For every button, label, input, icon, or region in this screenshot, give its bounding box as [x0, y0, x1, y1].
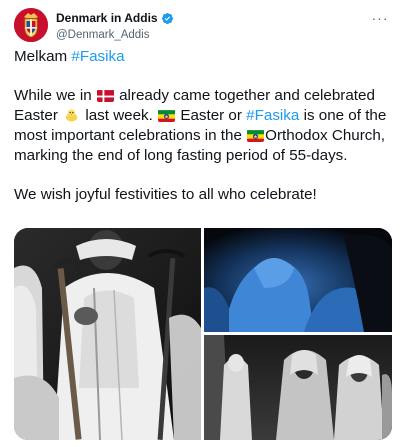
- author-display-name[interactable]: Denmark in Addis: [56, 11, 174, 25]
- flag-ethiopia-icon: [158, 109, 176, 122]
- more-options-icon[interactable]: ···: [369, 8, 391, 28]
- hashtag-link[interactable]: #Fasika: [246, 107, 299, 124]
- women-in-white-shawls-photo[interactable]: [204, 335, 392, 440]
- tweet-paragraph-3: We wish joyful festivities to all who ce…: [14, 186, 317, 203]
- worshippers-in-blue-light-photo[interactable]: [204, 228, 392, 332]
- flag-ethiopia-icon: [247, 129, 265, 142]
- text-segment: While we in: [14, 87, 96, 104]
- tweet-card[interactable]: Denmark in Addis @Denmark_Addis ··· Melk…: [0, 0, 405, 447]
- flag-denmark-icon: [96, 89, 114, 102]
- danish-royal-coat-of-arms-icon: [14, 8, 48, 42]
- text-segment: Easter or: [176, 107, 247, 124]
- tweet-paragraph-2: While we in already came together and ce…: [14, 86, 394, 166]
- tweet-header: Denmark in Addis @Denmark_Addis ···: [14, 8, 395, 42]
- tweet-paragraph-1: Melkam #Fasika: [14, 47, 394, 67]
- greeting-text: Melkam: [14, 48, 72, 65]
- tweet-text: Melkam #Fasika While we in already came …: [14, 47, 394, 205]
- text-segment: last week.: [81, 107, 158, 124]
- avatar[interactable]: [14, 8, 48, 42]
- author-names: Denmark in Addis @Denmark_Addis: [56, 9, 174, 41]
- author-display-name-text[interactable]: Denmark in Addis: [56, 11, 158, 25]
- verified-badge-icon: [161, 12, 173, 24]
- hashtag-link[interactable]: #Fasika: [71, 48, 124, 65]
- media-grid: [14, 228, 392, 440]
- priest-with-staff-photo[interactable]: [14, 228, 201, 440]
- author-handle[interactable]: @Denmark_Addis: [56, 29, 174, 41]
- hatching-chick-icon: [64, 107, 79, 122]
